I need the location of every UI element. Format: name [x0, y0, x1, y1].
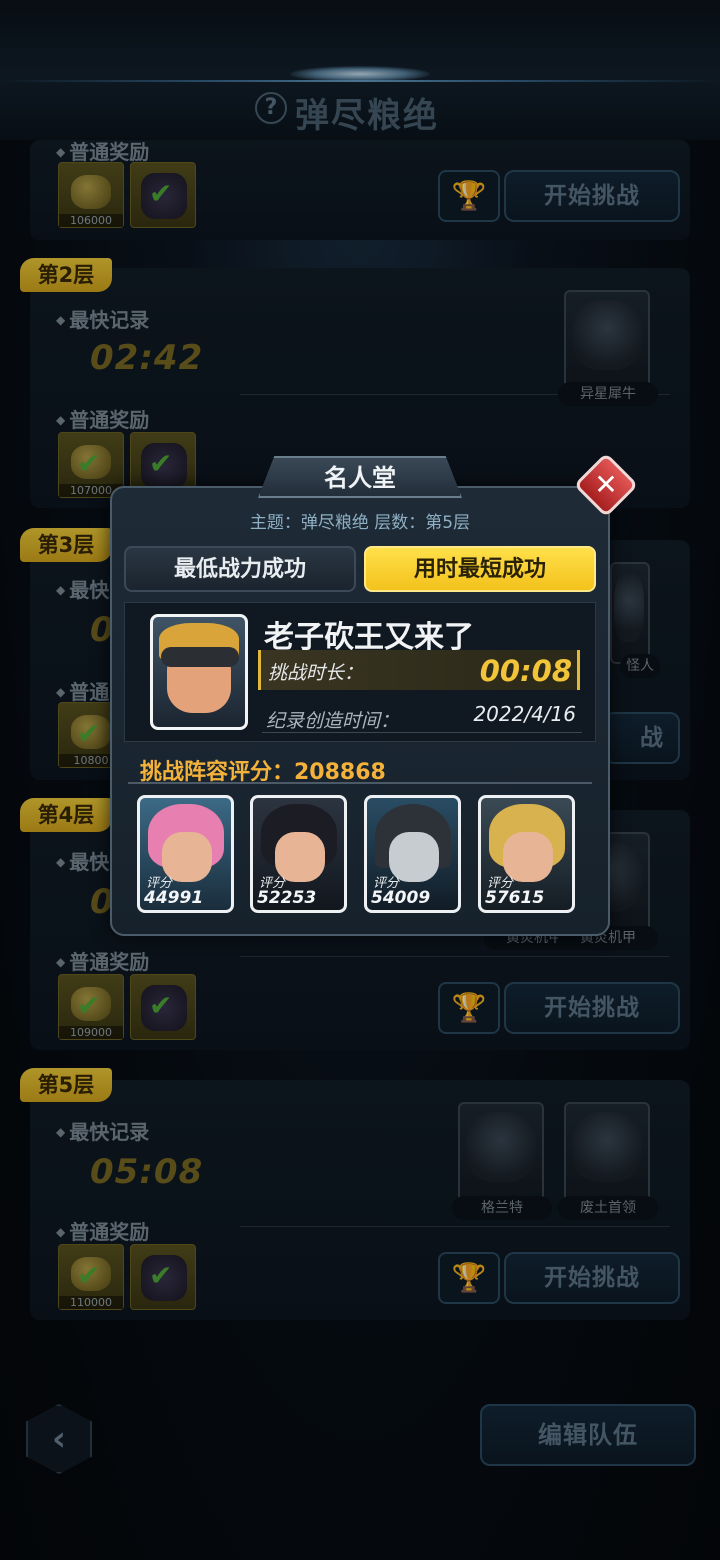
hero-card[interactable]: 评分 54009 [364, 795, 461, 913]
hero-score: 54009 [371, 888, 431, 908]
divider [262, 732, 582, 733]
lineup-divider [128, 782, 592, 784]
created-value: 2022/4/16 [473, 702, 576, 726]
created-label: 纪录创造时间： [266, 710, 400, 732]
modal-subtitle: 主题：弹尽粮绝 层数：第5层 [249, 513, 471, 533]
tab-lowest-power[interactable]: 最低战力成功 [124, 546, 356, 592]
hero-score: 57615 [485, 888, 545, 908]
tab-shortest-time[interactable]: 用时最短成功 [364, 546, 596, 592]
hero-card[interactable]: 评分 57615 [478, 795, 575, 913]
hero-score: 52253 [257, 888, 317, 908]
hero-score: 44991 [144, 888, 204, 908]
hero-card[interactable]: 评分 44991 [137, 795, 234, 913]
duration-value: 00:08 [479, 654, 572, 688]
hero-card[interactable]: 评分 52253 [250, 795, 347, 913]
close-icon: ✕ [594, 468, 618, 501]
modal-title: 名人堂 [258, 456, 462, 498]
player-avatar[interactable] [150, 614, 248, 730]
avatar-goggles [161, 647, 239, 667]
duration-label: 挑战时长： [268, 662, 364, 684]
